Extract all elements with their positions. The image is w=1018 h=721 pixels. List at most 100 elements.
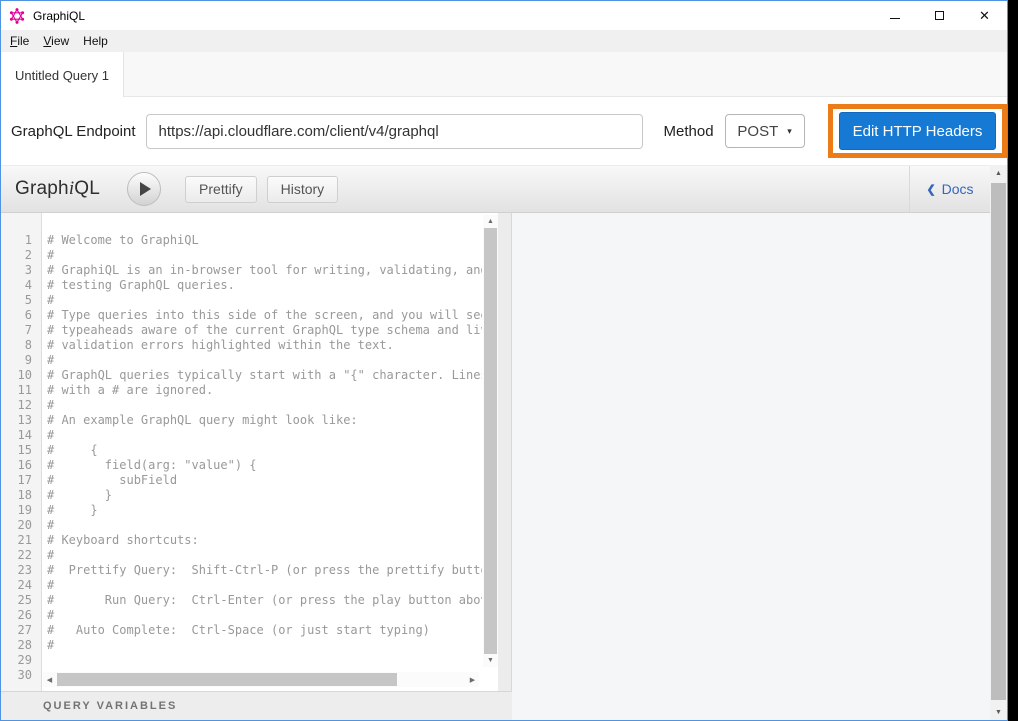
wordmark-ql: QL	[74, 178, 100, 199]
line-number: 10	[1, 368, 41, 383]
menu-bar: File View Help	[1, 30, 1007, 52]
code-line	[47, 653, 482, 668]
line-number: 30	[1, 668, 41, 683]
code-line: #	[47, 608, 482, 623]
window-vertical-scrollbar[interactable]: ▲ ▼	[990, 165, 1007, 720]
docs-label: Docs	[942, 181, 974, 197]
editor-hscroll-thumb[interactable]	[57, 673, 397, 686]
code-line: # Prettify Query: Shift-Ctrl-P (or press…	[47, 563, 482, 578]
close-icon: ✕	[979, 9, 990, 22]
graphql-logo-icon	[9, 8, 25, 24]
app-window: GraphiQL ✕ File View Help Untitled Query…	[0, 0, 1008, 721]
line-number: 2	[1, 248, 41, 263]
code-line: # }	[47, 488, 482, 503]
line-number: 17	[1, 473, 41, 488]
editor-vertical-scrollbar[interactable]: ▲ ▼	[483, 215, 498, 667]
code-line: #	[47, 353, 482, 368]
line-number: 20	[1, 518, 41, 533]
scroll-right-icon[interactable]: ▶	[466, 672, 479, 687]
menu-view[interactable]: View	[36, 30, 76, 52]
code-line: # validation errors highlighted within t…	[47, 338, 482, 353]
line-number: 19	[1, 503, 41, 518]
main-region: GraphiQL Prettify History ❮ Docs 1234567…	[1, 165, 1007, 720]
chevron-left-icon: ❮	[926, 183, 935, 196]
line-number: 11	[1, 383, 41, 398]
line-number: 5	[1, 293, 41, 308]
execute-query-button[interactable]	[127, 172, 161, 206]
minimize-button[interactable]	[872, 1, 917, 30]
scroll-left-icon[interactable]: ◀	[43, 672, 56, 687]
play-icon	[140, 182, 151, 196]
graphiql-wordmark: GraphiQL	[15, 178, 100, 200]
line-number: 9	[1, 353, 41, 368]
code-line: # Run Query: Ctrl-Enter (or press the pl…	[47, 593, 482, 608]
method-select[interactable]: POST ▾	[725, 114, 805, 148]
code-line: #	[47, 293, 482, 308]
method-label: Method	[664, 123, 714, 140]
caption-buttons: ✕	[872, 1, 1007, 30]
close-button[interactable]: ✕	[962, 1, 1007, 30]
line-number: 14	[1, 428, 41, 443]
wordmark-graph: Graph	[15, 178, 69, 199]
code-line: # Auto Complete: Ctrl-Space (or just sta…	[47, 623, 482, 638]
editor-gutter: 1234567891011121314151617181920212223242…	[1, 213, 42, 691]
graphiql-toolbar: GraphiQL Prettify History ❮ Docs	[1, 165, 990, 213]
line-number: 27	[1, 623, 41, 638]
editor-vscroll-thumb[interactable]	[484, 228, 497, 654]
line-number: 24	[1, 578, 41, 593]
maximize-button[interactable]	[917, 1, 962, 30]
line-number: 3	[1, 263, 41, 278]
code-line: # Keyboard shortcuts:	[47, 533, 482, 548]
menu-help-rest: Help	[83, 34, 108, 48]
menu-view-accesskey: V	[43, 34, 51, 48]
line-number: 12	[1, 398, 41, 413]
scroll-down-icon[interactable]: ▼	[483, 654, 498, 667]
tab-label: Untitled Query 1	[15, 68, 109, 83]
line-number: 29	[1, 653, 41, 668]
menu-file-rest: ile	[17, 34, 29, 48]
line-number: 7	[1, 323, 41, 338]
edit-http-headers-button[interactable]: Edit HTTP Headers	[839, 112, 996, 150]
endpoint-row: GraphQL Endpoint Method POST ▾ Edit HTTP…	[1, 97, 1007, 165]
docs-toggle[interactable]: ❮ Docs	[909, 166, 990, 212]
scroll-down-icon[interactable]: ▼	[990, 704, 1007, 720]
pane-divider	[498, 213, 512, 691]
scroll-up-icon[interactable]: ▲	[990, 165, 1007, 181]
prettify-button[interactable]: Prettify	[185, 176, 257, 203]
code-line: # GraphiQL is an in-browser tool for wri…	[47, 263, 482, 278]
tab-untitled-query-1[interactable]: Untitled Query 1	[1, 52, 124, 98]
line-number: 4	[1, 278, 41, 293]
line-number: 8	[1, 338, 41, 353]
maximize-icon	[935, 11, 944, 20]
code-line: # with a # are ignored.	[47, 383, 482, 398]
query-variables-bar[interactable]: QUERY VARIABLES	[1, 691, 512, 720]
line-number: 25	[1, 593, 41, 608]
headers-highlight-box: Edit HTTP Headers	[828, 104, 1007, 158]
window-vscroll-thumb[interactable]	[991, 183, 1006, 700]
line-number: 18	[1, 488, 41, 503]
scroll-up-icon[interactable]: ▲	[483, 215, 498, 228]
editor-lines[interactable]: # Welcome to GraphiQL # # GraphiQL is an i…	[42, 213, 482, 691]
code-line: # subField	[47, 473, 482, 488]
editor-horizontal-scrollbar[interactable]: ◀ ▶	[43, 672, 479, 687]
endpoint-input[interactable]	[146, 114, 643, 149]
main-content: GraphiQL Prettify History ❮ Docs 1234567…	[1, 165, 990, 720]
menu-help[interactable]: Help	[76, 30, 115, 52]
menu-file[interactable]: File	[3, 30, 36, 52]
chevron-down-icon: ▾	[787, 126, 792, 137]
code-line: # Type queries into this side of the scr…	[47, 308, 482, 323]
code-line: #	[47, 548, 482, 563]
code-line: #	[47, 398, 482, 413]
endpoint-label: GraphQL Endpoint	[11, 123, 136, 140]
line-number: 23	[1, 563, 41, 578]
history-button[interactable]: History	[267, 176, 339, 203]
menu-view-rest: iew	[51, 34, 69, 48]
code-line: #	[47, 578, 482, 593]
query-editor[interactable]: 1234567891011121314151617181920212223242…	[1, 213, 512, 691]
query-variables-title: QUERY VARIABLES	[43, 700, 177, 712]
line-number: 28	[1, 638, 41, 653]
code-line: #	[47, 518, 482, 533]
code-line: # Welcome to GraphiQL	[47, 233, 482, 248]
line-number: 1	[1, 233, 41, 248]
code-line: # }	[47, 503, 482, 518]
